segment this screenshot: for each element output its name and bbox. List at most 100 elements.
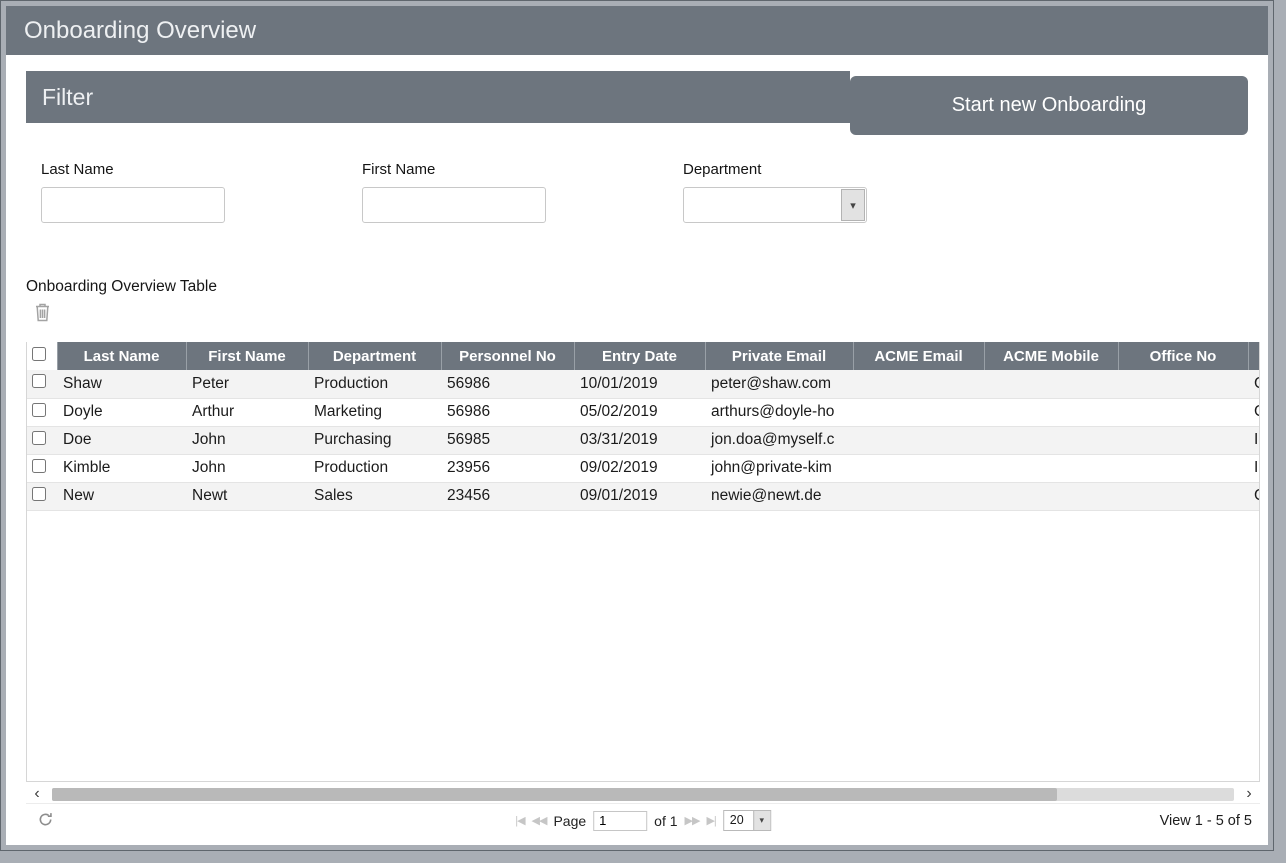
cell-private-email[interactable]: jon.doa@myself.c [705, 426, 853, 454]
next-page-icon[interactable]: ▶▶ [685, 814, 700, 827]
cell-department[interactable]: Production [308, 370, 441, 398]
col-header-first-name[interactable]: First Name [186, 342, 308, 370]
cell-private-email[interactable]: john@private-kim [705, 454, 853, 482]
cell-first-name[interactable]: Arthur [186, 398, 308, 426]
cell-department[interactable]: Marketing [308, 398, 441, 426]
cell-office-no[interactable] [1118, 370, 1248, 398]
cell-last-name[interactable]: New [57, 482, 186, 510]
cell-entry-date[interactable]: 03/31/2019 [574, 426, 705, 454]
col-header-entry-date[interactable]: Entry Date [574, 342, 705, 370]
table-row[interactable]: DoyleArthurMarketing5698605/02/2019arthu… [27, 398, 1260, 426]
col-header-private-email[interactable]: Private Email [705, 342, 853, 370]
table-row[interactable]: KimbleJohnProduction2395609/02/2019john@… [27, 454, 1260, 482]
cell-first-name[interactable]: Newt [186, 482, 308, 510]
cell-department[interactable]: Purchasing [308, 426, 441, 454]
row-checkbox-cell [27, 426, 57, 454]
scroll-right-icon[interactable]: › [1238, 787, 1260, 801]
cell-last-name[interactable]: Doyle [57, 398, 186, 426]
cell-status[interactable]: In [1248, 454, 1260, 482]
scroll-left-icon[interactable]: ‹ [26, 787, 48, 801]
col-header-office-no[interactable]: Office No [1118, 342, 1248, 370]
col-header-last-name[interactable]: Last Name [57, 342, 186, 370]
cell-private-email[interactable]: arthurs@doyle-ho [705, 398, 853, 426]
table-row[interactable]: ShawPeterProduction5698610/01/2019peter@… [27, 370, 1260, 398]
delete-selected-button[interactable] [34, 302, 1248, 324]
page-size-value: 20 [724, 811, 753, 830]
cell-entry-date[interactable]: 05/02/2019 [574, 398, 705, 426]
department-field-group: Department ▾ [683, 161, 867, 223]
department-select-value [684, 188, 840, 222]
col-header-department[interactable]: Department [308, 342, 441, 370]
cell-personnel-no[interactable]: 23456 [441, 482, 574, 510]
cell-entry-date[interactable]: 10/01/2019 [574, 370, 705, 398]
cell-private-email[interactable]: peter@shaw.com [705, 370, 853, 398]
horizontal-scrollbar: ‹ › [26, 785, 1260, 803]
cell-personnel-no[interactable]: 23956 [441, 454, 574, 482]
cell-status[interactable]: C [1248, 370, 1260, 398]
row-checkbox[interactable] [32, 431, 46, 445]
pager-controls: |◀ ◀◀ Page of 1 ▶▶ ▶| 20 ▾ [515, 810, 771, 831]
cell-office-no[interactable] [1118, 426, 1248, 454]
app-header: Onboarding Overview [6, 6, 1268, 55]
scrollbar-track[interactable] [52, 788, 1234, 801]
prev-page-icon[interactable]: ◀◀ [532, 814, 547, 827]
col-header-acme-mobile[interactable]: ACME Mobile [984, 342, 1118, 370]
cell-entry-date[interactable]: 09/01/2019 [574, 482, 705, 510]
cell-status[interactable]: In [1248, 426, 1260, 454]
filter-fields: Last Name First Name Department ▾ [26, 161, 1248, 223]
cell-first-name[interactable]: John [186, 426, 308, 454]
cell-acme-email[interactable] [853, 482, 984, 510]
row-checkbox[interactable] [32, 403, 46, 417]
cell-status[interactable]: C [1248, 482, 1260, 510]
cell-acme-mobile[interactable] [984, 454, 1118, 482]
chevron-down-icon[interactable]: ▾ [841, 189, 865, 221]
reload-button[interactable] [38, 812, 53, 830]
table-row[interactable]: NewNewtSales2345609/01/2019newie@newt.de… [27, 482, 1260, 510]
cell-department[interactable]: Sales [308, 482, 441, 510]
cell-office-no[interactable] [1118, 398, 1248, 426]
cell-acme-email[interactable] [853, 370, 984, 398]
col-header-acme-email[interactable]: ACME Email [853, 342, 984, 370]
cell-acme-mobile[interactable] [984, 370, 1118, 398]
cell-last-name[interactable]: Shaw [57, 370, 186, 398]
page-size-select[interactable]: 20 ▾ [723, 810, 771, 831]
cell-department[interactable]: Production [308, 454, 441, 482]
last-page-icon[interactable]: ▶| [706, 814, 715, 827]
table-row[interactable]: DoeJohnPurchasing5698503/31/2019jon.doa@… [27, 426, 1260, 454]
cell-first-name[interactable]: John [186, 454, 308, 482]
cell-personnel-no[interactable]: 56985 [441, 426, 574, 454]
cell-personnel-no[interactable]: 56986 [441, 398, 574, 426]
cell-last-name[interactable]: Kimble [57, 454, 186, 482]
row-checkbox[interactable] [32, 459, 46, 473]
start-new-onboarding-button[interactable]: Start new Onboarding [850, 76, 1248, 135]
first-page-icon[interactable]: |◀ [515, 814, 524, 827]
last-name-input[interactable] [41, 187, 225, 223]
cell-status[interactable]: C [1248, 398, 1260, 426]
cell-office-no[interactable] [1118, 454, 1248, 482]
row-checkbox[interactable] [32, 374, 46, 388]
cell-office-no[interactable] [1118, 482, 1248, 510]
refresh-icon [38, 812, 53, 830]
cell-first-name[interactable]: Peter [186, 370, 308, 398]
col-header-personnel-no[interactable]: Personnel No [441, 342, 574, 370]
filter-title: Filter [42, 84, 93, 111]
cell-acme-mobile[interactable] [984, 482, 1118, 510]
cell-acme-mobile[interactable] [984, 426, 1118, 454]
cell-last-name[interactable]: Doe [57, 426, 186, 454]
cell-acme-email[interactable] [853, 454, 984, 482]
first-name-input[interactable] [362, 187, 546, 223]
cell-acme-email[interactable] [853, 398, 984, 426]
cell-acme-mobile[interactable] [984, 398, 1118, 426]
scrollbar-thumb[interactable] [52, 788, 1057, 801]
cell-entry-date[interactable]: 09/02/2019 [574, 454, 705, 482]
cell-private-email[interactable]: newie@newt.de [705, 482, 853, 510]
cell-acme-email[interactable] [853, 426, 984, 454]
cell-personnel-no[interactable]: 56986 [441, 370, 574, 398]
col-header-status[interactable]: C [1248, 342, 1260, 370]
row-checkbox[interactable] [32, 487, 46, 501]
grid-pager: |◀ ◀◀ Page of 1 ▶▶ ▶| 20 ▾ View 1 - 5 of… [26, 803, 1260, 837]
page-number-input[interactable] [593, 811, 647, 831]
department-select[interactable]: ▾ [683, 187, 867, 223]
select-all-checkbox[interactable] [32, 347, 46, 361]
app-window: Onboarding Overview Filter Start new Onb… [6, 6, 1268, 845]
